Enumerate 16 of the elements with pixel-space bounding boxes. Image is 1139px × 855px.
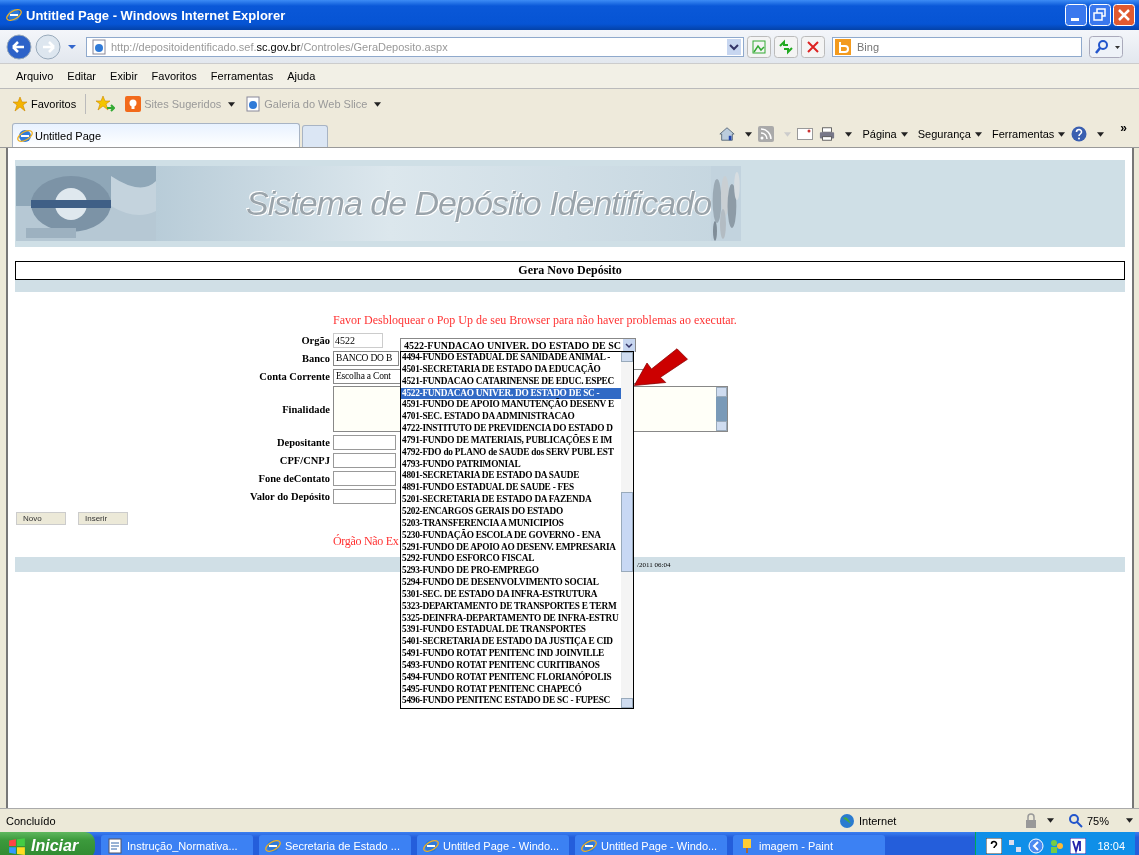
security-zone: Internet — [839, 812, 1019, 829]
field-label: CPF/CNPJ — [278, 454, 330, 466]
banner-title: Sistema de Depósito Identificado — [246, 184, 712, 223]
field-label: Fone deContato — [257, 472, 330, 484]
status-text: Concluído — [6, 814, 57, 827]
field-label: Finalidade — [281, 403, 330, 415]
field-label: Conta Corrente — [258, 370, 330, 382]
error-message: Órgão Não Ex — [333, 534, 399, 549]
window-title: Untitled Page - Windows Internet Explorer — [26, 7, 287, 23]
field-label: Orgão — [300, 334, 330, 346]
field-label: Valor do Depósito — [249, 490, 330, 502]
popup-warning: Favor Desbloquear o Pop Up de seu Browser para não haver problemas ao executar. — [333, 313, 738, 328]
field-label: Depositante — [275, 436, 330, 448]
clock: 18:04 — [1097, 839, 1125, 852]
section-heading: Gera Novo Depósito — [15, 261, 1125, 280]
field-label: Banco — [301, 352, 330, 364]
